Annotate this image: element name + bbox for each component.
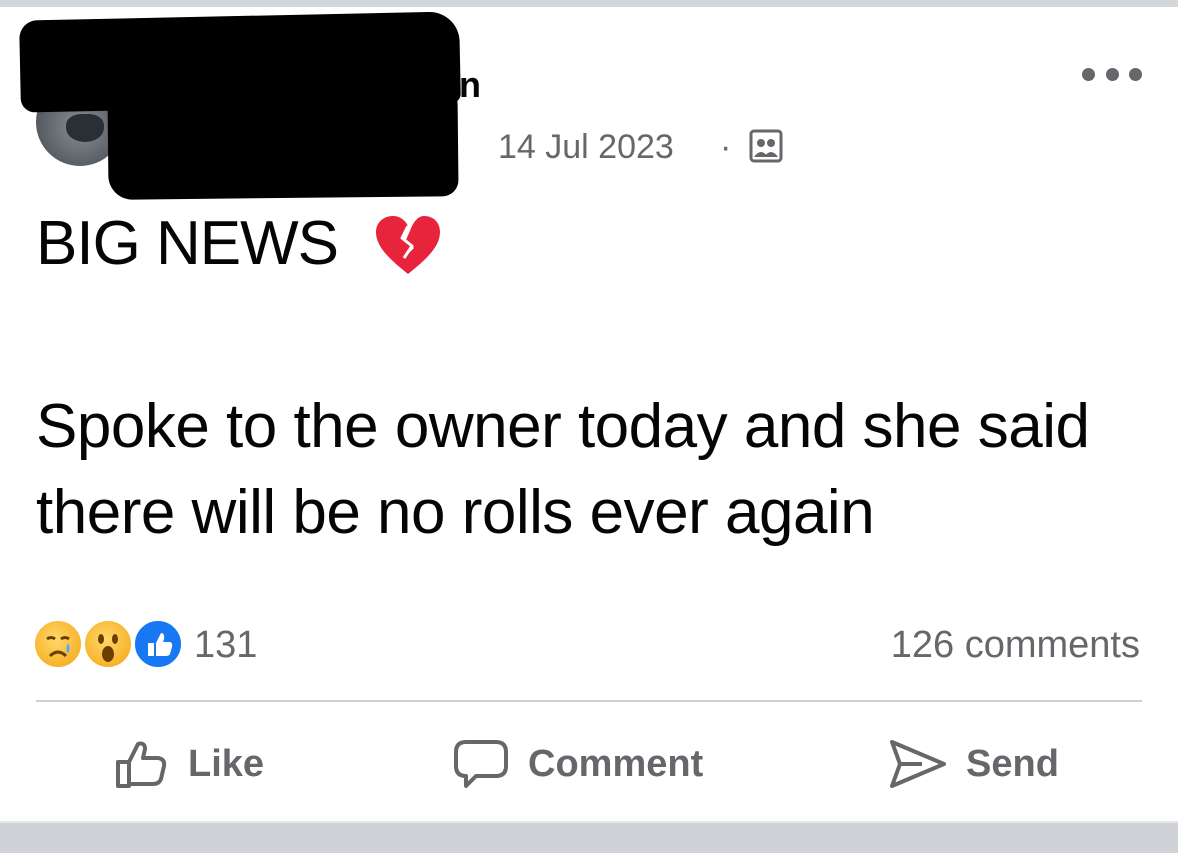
post-headline: BIG NEWS — [36, 209, 339, 278]
like-button[interactable]: Like — [114, 724, 264, 804]
more-dot — [1129, 67, 1142, 81]
action-divider — [36, 700, 1142, 702]
comment-label: Comment — [528, 742, 704, 785]
avatar-figure — [66, 114, 104, 142]
reaction-count[interactable]: 131 — [194, 620, 257, 670]
wow-reaction-icon — [82, 618, 134, 670]
facebook-post-screenshot: lin tor 14 Jul 2023 · BIG NEWS Spoke to … — [0, 0, 1178, 853]
post-body: Spoke to the owner today and she said th… — [36, 392, 1090, 547]
like-label: Like — [188, 742, 265, 785]
redaction-mark — [107, 82, 459, 200]
send-label: Send — [966, 742, 1059, 785]
post-timestamp[interactable]: 14 Jul 2023 — [498, 124, 674, 170]
more-dot — [1105, 67, 1119, 81]
comment-count[interactable]: 126 comments — [891, 620, 1140, 670]
comment-bubble-icon — [454, 740, 508, 788]
bottom-divider-band — [0, 823, 1178, 853]
sad-reaction-icon — [32, 618, 84, 670]
send-button[interactable]: Send — [888, 724, 1059, 804]
thumbs-up-icon — [116, 741, 167, 788]
comment-button[interactable]: Comment — [452, 724, 703, 804]
send-icon — [890, 740, 946, 788]
meta-separator: · — [720, 128, 732, 166]
top-divider-band — [0, 0, 1178, 7]
more-dot — [1082, 67, 1095, 81]
broken-heart-icon — [376, 216, 440, 274]
like-reaction-icon — [132, 618, 184, 670]
more-options-icon[interactable] — [1082, 62, 1142, 86]
group-icon[interactable] — [748, 128, 784, 164]
